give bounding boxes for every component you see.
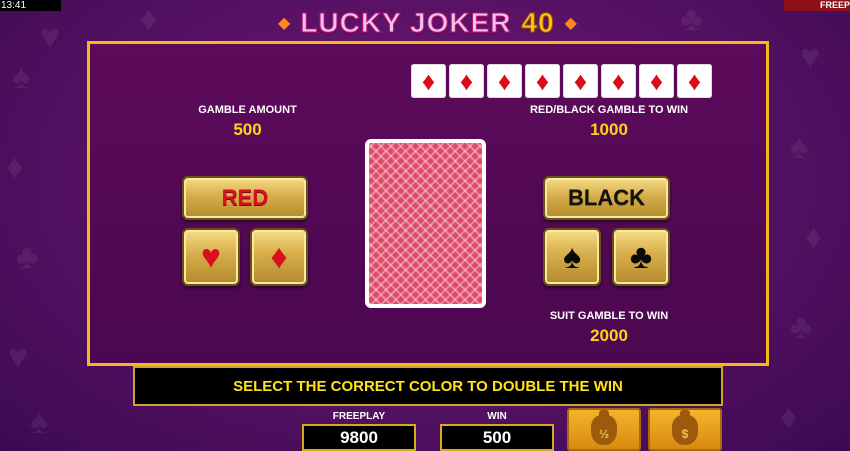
history-card: ♦ [487,64,522,98]
red-black-win-value: 1000 [590,120,628,139]
win-value: 500 [440,424,554,451]
history-card: ♦ [677,64,712,98]
history-card: ♦ [639,64,674,98]
gamble-amount-label: GAMBLE AMOUNT [198,104,297,116]
hearts-button[interactable]: ♥ [182,228,240,286]
clock: 13:41 [0,0,61,11]
diamond-icon: ♦ [270,238,288,276]
black-button-label: BLACK [568,185,645,210]
bg-diamond-icon: ♦ [805,218,823,256]
bg-club-icon: ♣ [16,238,39,276]
freeplay-label: FREEPLAY [332,411,386,422]
diamond-icon: ♦ [535,65,550,96]
face-down-card [365,139,486,308]
history-card: ♦ [563,64,598,98]
club-icon: ♣ [629,238,653,276]
history-card: ♦ [449,64,484,98]
bg-diamond-icon: ♦ [140,0,158,38]
diamond-icon: ♦ [573,65,588,96]
history-card: ♦ [525,64,560,98]
collect-all-symbol: $ [681,426,689,441]
diamond-icon: ♦ [687,65,702,96]
win-label: WIN [487,411,507,422]
logo-number: 40 [521,7,555,39]
diamond-icon: ♦ [459,65,474,96]
clubs-button[interactable]: ♣ [612,228,670,286]
collect-half-button[interactable]: ½ [567,408,641,451]
logo-title: LUCKY JOKER [300,7,512,39]
bg-club-icon: ♣ [680,0,703,38]
suit-win-value: 2000 [590,326,628,345]
history-card: ♦ [411,64,446,98]
bg-heart-icon: ♥ [8,338,29,376]
heart-icon: ♥ [200,238,222,276]
bg-spade-icon: ♠ [12,58,31,96]
black-button[interactable]: BLACK [543,176,670,220]
freeplay-tab[interactable]: FREEPL [784,0,850,11]
diamond-icon: ♦ [611,65,626,96]
spade-icon: ♠ [562,238,582,276]
history-card: ♦ [601,64,636,98]
collect-half-symbol: ½ [598,426,609,441]
logo-right-ornament-icon: ◆ [564,15,577,32]
red-button-label: RED [221,185,269,210]
diamond-icon: ♦ [649,65,664,96]
diamond-icon: ♦ [497,65,512,96]
bg-spade-icon: ♠ [30,403,49,441]
diamond-icon: ♦ [421,65,436,96]
diamonds-button[interactable]: ♦ [250,228,308,286]
logo-left-ornament-icon: ◆ [278,15,291,32]
bg-diamond-icon: ♦ [780,398,798,436]
suit-win-label: SUIT GAMBLE TO WIN [549,310,669,322]
bg-diamond-icon: ♦ [6,148,24,186]
instruction-message: SELECT THE CORRECT COLOR TO DOUBLE THE W… [133,366,723,406]
card-history: ♦ ♦ ♦ ♦ ♦ ♦ ♦ ♦ [411,64,712,98]
money-bag-icon: $ [672,409,698,445]
game-logo: ◆ LUCKY JOKER 40 ◆ [240,6,615,40]
bg-club-icon: ♣ [790,308,813,346]
collect-all-button[interactable]: $ [648,408,722,451]
red-black-win-label: RED/BLACK GAMBLE TO WIN [529,104,689,116]
bg-heart-icon: ♥ [800,38,821,76]
spades-button[interactable]: ♠ [543,228,601,286]
bg-spade-icon: ♠ [790,128,809,166]
freeplay-value: 9800 [302,424,416,451]
bg-heart-icon: ♥ [40,18,61,56]
money-bag-half-icon: ½ [591,409,617,445]
gamble-amount-value: 500 [233,120,262,139]
red-button[interactable]: RED [182,176,308,220]
